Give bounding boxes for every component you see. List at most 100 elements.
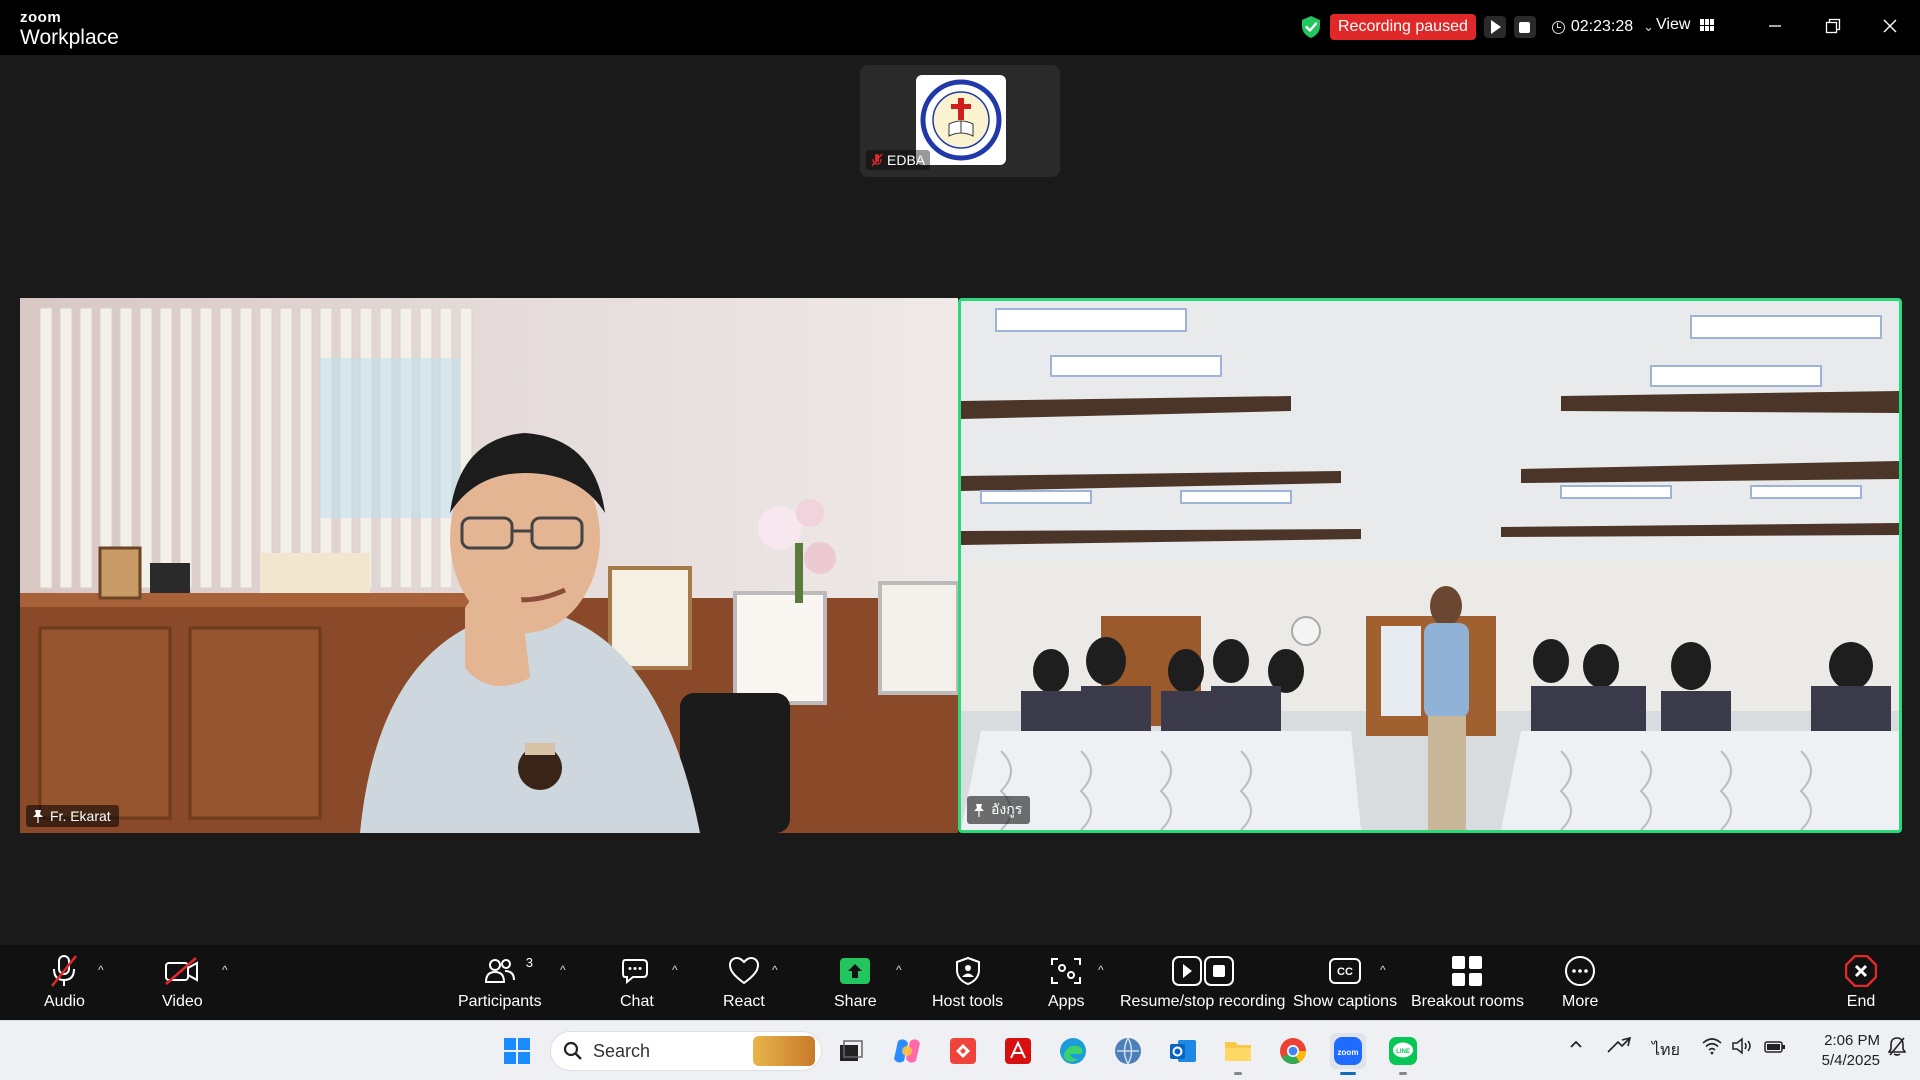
minimize-button[interactable] xyxy=(1760,12,1790,40)
brand-top: zoom xyxy=(20,9,62,26)
recording-paused-badge: Recording paused xyxy=(1330,14,1476,40)
meeting-timer[interactable]: 02:23:28 ⌄ xyxy=(1551,18,1655,36)
apps-label: Apps xyxy=(1048,993,1085,1010)
react-options-caret[interactable]: ^ xyxy=(772,963,778,977)
react-button[interactable]: React xyxy=(723,953,765,1011)
task-view-button[interactable] xyxy=(833,1033,869,1069)
stop-recording-button[interactable] xyxy=(1513,16,1536,38)
search-highlight-icon xyxy=(753,1036,815,1066)
share-screen-icon xyxy=(840,958,871,984)
security-shield-icon[interactable] xyxy=(1300,15,1322,39)
apps-icon xyxy=(1051,958,1082,984)
clock-time: 2:06 PM xyxy=(1824,1032,1880,1049)
pin-icon xyxy=(33,810,43,823)
app-logo: zoom Workplace xyxy=(20,10,119,48)
outlook-button[interactable] xyxy=(1165,1033,1201,1069)
captions-button[interactable]: CC Show captions xyxy=(1293,953,1397,1011)
line-button[interactable]: LINE xyxy=(1385,1033,1421,1075)
view-label: View xyxy=(1656,16,1691,33)
participant-name-tag: Fr. Ekarat xyxy=(26,805,119,827)
anydesk-button[interactable] xyxy=(945,1033,981,1069)
title-bar: zoom Workplace Recording paused 02:23:28… xyxy=(0,0,1920,55)
active-app-indicator xyxy=(1340,1072,1356,1075)
search-icon xyxy=(563,1041,582,1060)
react-label: React xyxy=(723,993,765,1010)
globe-app-icon xyxy=(1115,1037,1141,1066)
brand-bottom: Workplace xyxy=(20,26,119,49)
end-label: End xyxy=(1846,993,1876,1010)
resume-recording-button[interactable] xyxy=(1483,16,1506,38)
acrobat-button[interactable] xyxy=(1000,1033,1036,1069)
share-button[interactable]: Share xyxy=(834,953,877,1011)
location-icon[interactable] xyxy=(1606,1036,1632,1061)
copilot-button[interactable] xyxy=(889,1033,925,1069)
share-options-caret[interactable]: ^ xyxy=(896,963,902,977)
participants-button[interactable]: 3 Participants xyxy=(458,953,542,1011)
record-controls-icon xyxy=(1171,956,1234,986)
recording-status: Recording paused 02:23:28 ⌄ xyxy=(1300,14,1654,40)
video-off-icon xyxy=(165,957,199,985)
video-button[interactable]: Video xyxy=(162,953,203,1011)
audio-label: Audio xyxy=(44,993,85,1010)
video-options-caret[interactable]: ^ xyxy=(222,963,228,977)
mic-muted-icon xyxy=(871,153,883,167)
chat-button[interactable]: Chat xyxy=(620,953,654,1011)
audio-button[interactable]: Audio xyxy=(44,953,85,1011)
file-explorer-button[interactable] xyxy=(1220,1033,1256,1075)
restore-button[interactable] xyxy=(1818,12,1848,40)
file-explorer-icon xyxy=(1225,1042,1251,1061)
more-button[interactable]: More xyxy=(1562,953,1598,1011)
taskbar-search[interactable]: Search xyxy=(550,1031,822,1071)
notification-bell-icon[interactable] xyxy=(1887,1036,1907,1061)
closed-captions-icon: CC xyxy=(1329,958,1362,984)
chat-options-caret[interactable]: ^ xyxy=(672,963,678,977)
breakout-rooms-button[interactable]: Breakout rooms xyxy=(1411,953,1524,1011)
host-tools-shield-icon xyxy=(955,956,980,986)
more-label: More xyxy=(1562,993,1599,1010)
participant-thumbnail-edba[interactable]: EDBA xyxy=(860,65,1060,177)
svg-text:zoom: zoom xyxy=(1338,1048,1359,1057)
edge-button[interactable] xyxy=(1055,1033,1091,1069)
meeting-toolbar: Audio ^ Video ^ 3 Participants ^ Chat ^ xyxy=(0,945,1920,1020)
windows-taskbar: Search zoom LINE ไทย 2:06 PM 5/4/2025 xyxy=(0,1020,1920,1080)
chrome-button[interactable] xyxy=(1275,1033,1311,1069)
close-button[interactable] xyxy=(1875,12,1905,40)
volume-icon[interactable] xyxy=(1732,1037,1754,1060)
zoom-icon: zoom xyxy=(1334,1037,1362,1065)
zoom-taskbar-button[interactable]: zoom xyxy=(1330,1033,1366,1075)
captions-options-caret[interactable]: ^ xyxy=(1380,963,1386,977)
start-button[interactable] xyxy=(499,1033,535,1069)
end-meeting-button[interactable]: End xyxy=(1845,953,1877,1011)
video-feed xyxy=(961,301,1899,830)
apps-button[interactable]: Apps xyxy=(1048,953,1084,1011)
running-indicator xyxy=(1399,1072,1407,1075)
thumbnail-name: EDBA xyxy=(887,152,926,168)
apps-options-caret[interactable]: ^ xyxy=(1098,963,1104,977)
more-icon xyxy=(1565,956,1596,986)
globe-app-button[interactable] xyxy=(1110,1033,1146,1069)
input-language-indicator[interactable]: ไทย xyxy=(1652,1038,1680,1063)
close-icon xyxy=(1883,19,1897,33)
breakout-rooms-icon xyxy=(1452,956,1483,986)
chevron-down-icon: ⌄ xyxy=(1643,19,1655,34)
host-tools-button[interactable]: Host tools xyxy=(932,953,1003,1011)
system-clock[interactable]: 2:06 PM 5/4/2025 xyxy=(1794,1031,1880,1071)
view-button[interactable]: View xyxy=(1656,16,1715,34)
wifi-icon[interactable] xyxy=(1702,1037,1722,1060)
clock-icon xyxy=(1551,20,1565,34)
svg-text:LINE: LINE xyxy=(1396,1049,1410,1055)
resume-stop-recording-button[interactable]: Resume/stop recording xyxy=(1120,953,1285,1011)
audio-options-caret[interactable]: ^ xyxy=(98,963,104,977)
heart-icon xyxy=(728,956,759,985)
battery-icon[interactable] xyxy=(1764,1037,1786,1060)
task-view-icon xyxy=(840,1040,863,1061)
line-icon: LINE xyxy=(1389,1037,1417,1065)
video-tile-fr-ekarat[interactable]: Fr. Ekarat xyxy=(20,298,958,833)
video-tile-active-speaker[interactable]: อังกูร xyxy=(958,298,1902,833)
anydesk-icon xyxy=(950,1038,976,1064)
clock-date: 5/4/2025 xyxy=(1821,1052,1880,1069)
pin-icon xyxy=(974,804,984,817)
show-hidden-icons-button[interactable] xyxy=(1568,1037,1584,1058)
outlook-icon xyxy=(1170,1040,1196,1062)
participants-options-caret[interactable]: ^ xyxy=(560,963,566,977)
